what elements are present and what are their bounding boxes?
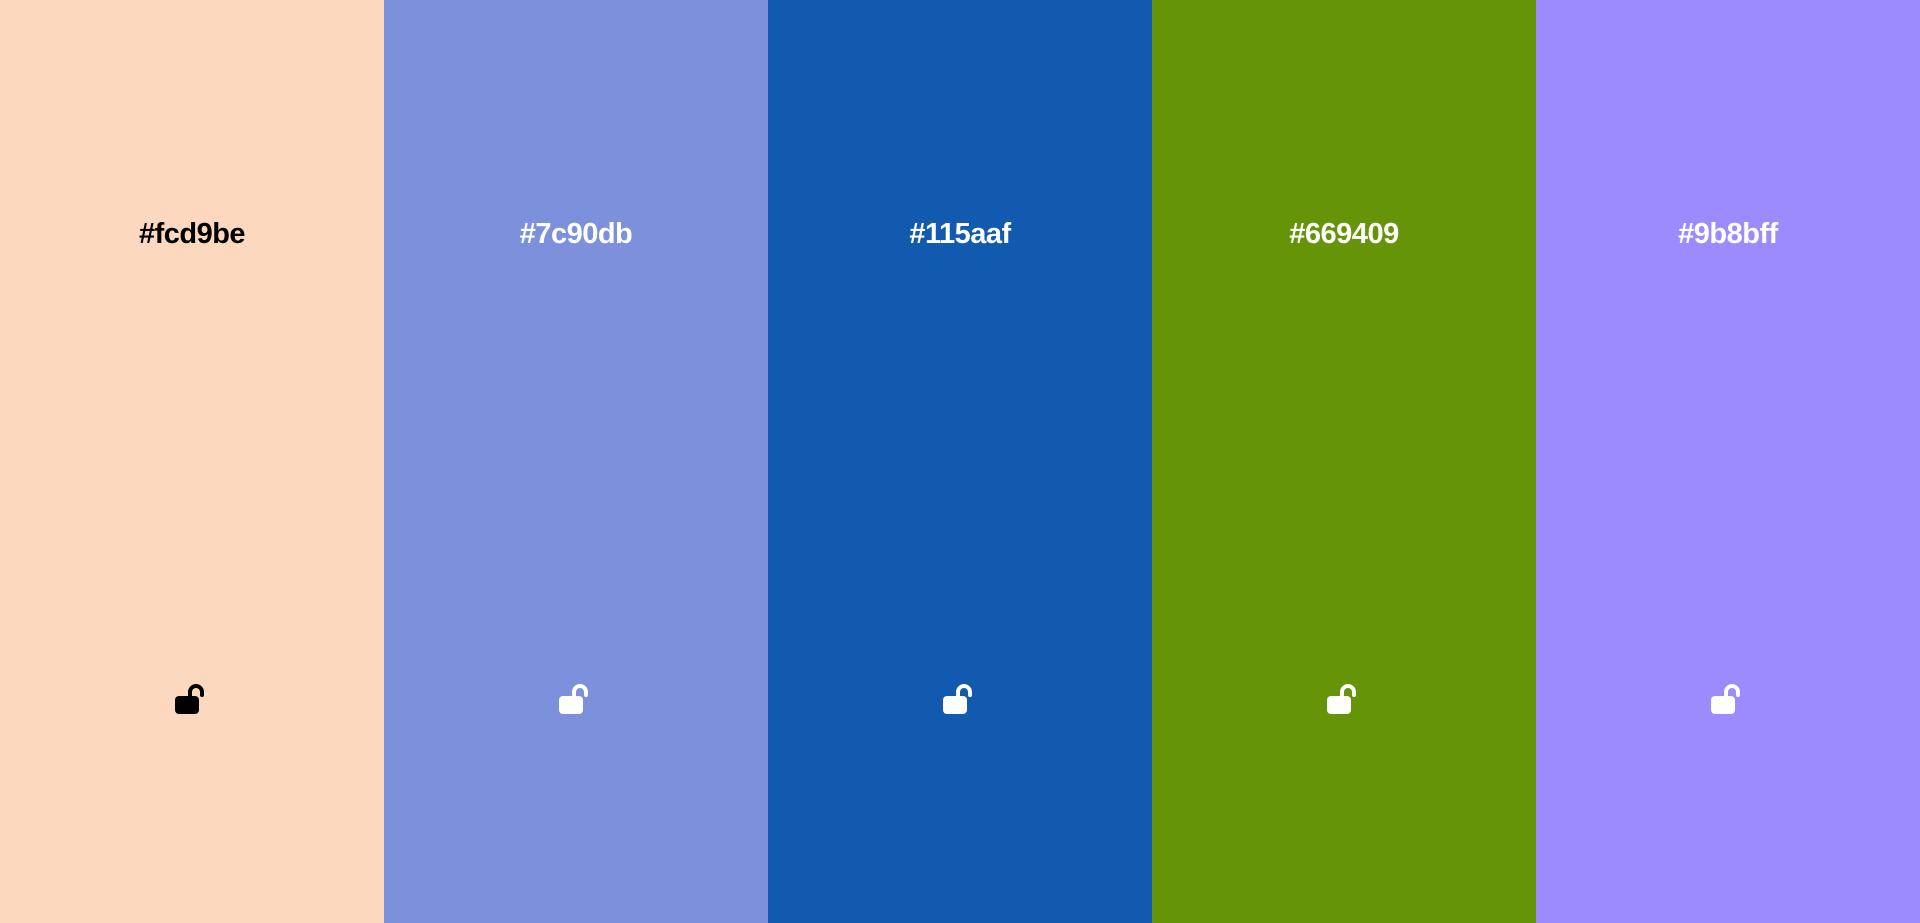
- lock-toggle-button[interactable]: [1706, 682, 1746, 718]
- color-swatch-1: #fcd9be: [0, 0, 384, 923]
- lock-toggle-button[interactable]: [554, 682, 594, 718]
- hex-code-label[interactable]: #115aaf: [768, 216, 1152, 252]
- hex-code-label[interactable]: #9b8bff: [1536, 216, 1920, 252]
- lock-toggle-button[interactable]: [170, 682, 210, 718]
- lock-open-icon: [941, 684, 975, 716]
- color-swatch-5: #9b8bff: [1536, 0, 1920, 923]
- lock-toggle-button[interactable]: [1322, 682, 1362, 718]
- hex-code-label[interactable]: #669409: [1152, 216, 1536, 252]
- lock-open-icon: [1325, 684, 1359, 716]
- color-swatch-2: #7c90db: [384, 0, 768, 923]
- color-swatch-3: #115aaf: [768, 0, 1152, 923]
- lock-open-icon: [557, 684, 591, 716]
- color-palette: #fcd9be #7c90db #115aaf #669409 #9b8bff: [0, 0, 1920, 923]
- hex-code-label[interactable]: #fcd9be: [0, 216, 384, 252]
- lock-toggle-button[interactable]: [938, 682, 978, 718]
- lock-open-icon: [1709, 684, 1743, 716]
- lock-open-icon: [173, 684, 207, 716]
- color-swatch-4: #669409: [1152, 0, 1536, 923]
- hex-code-label[interactable]: #7c90db: [384, 216, 768, 252]
